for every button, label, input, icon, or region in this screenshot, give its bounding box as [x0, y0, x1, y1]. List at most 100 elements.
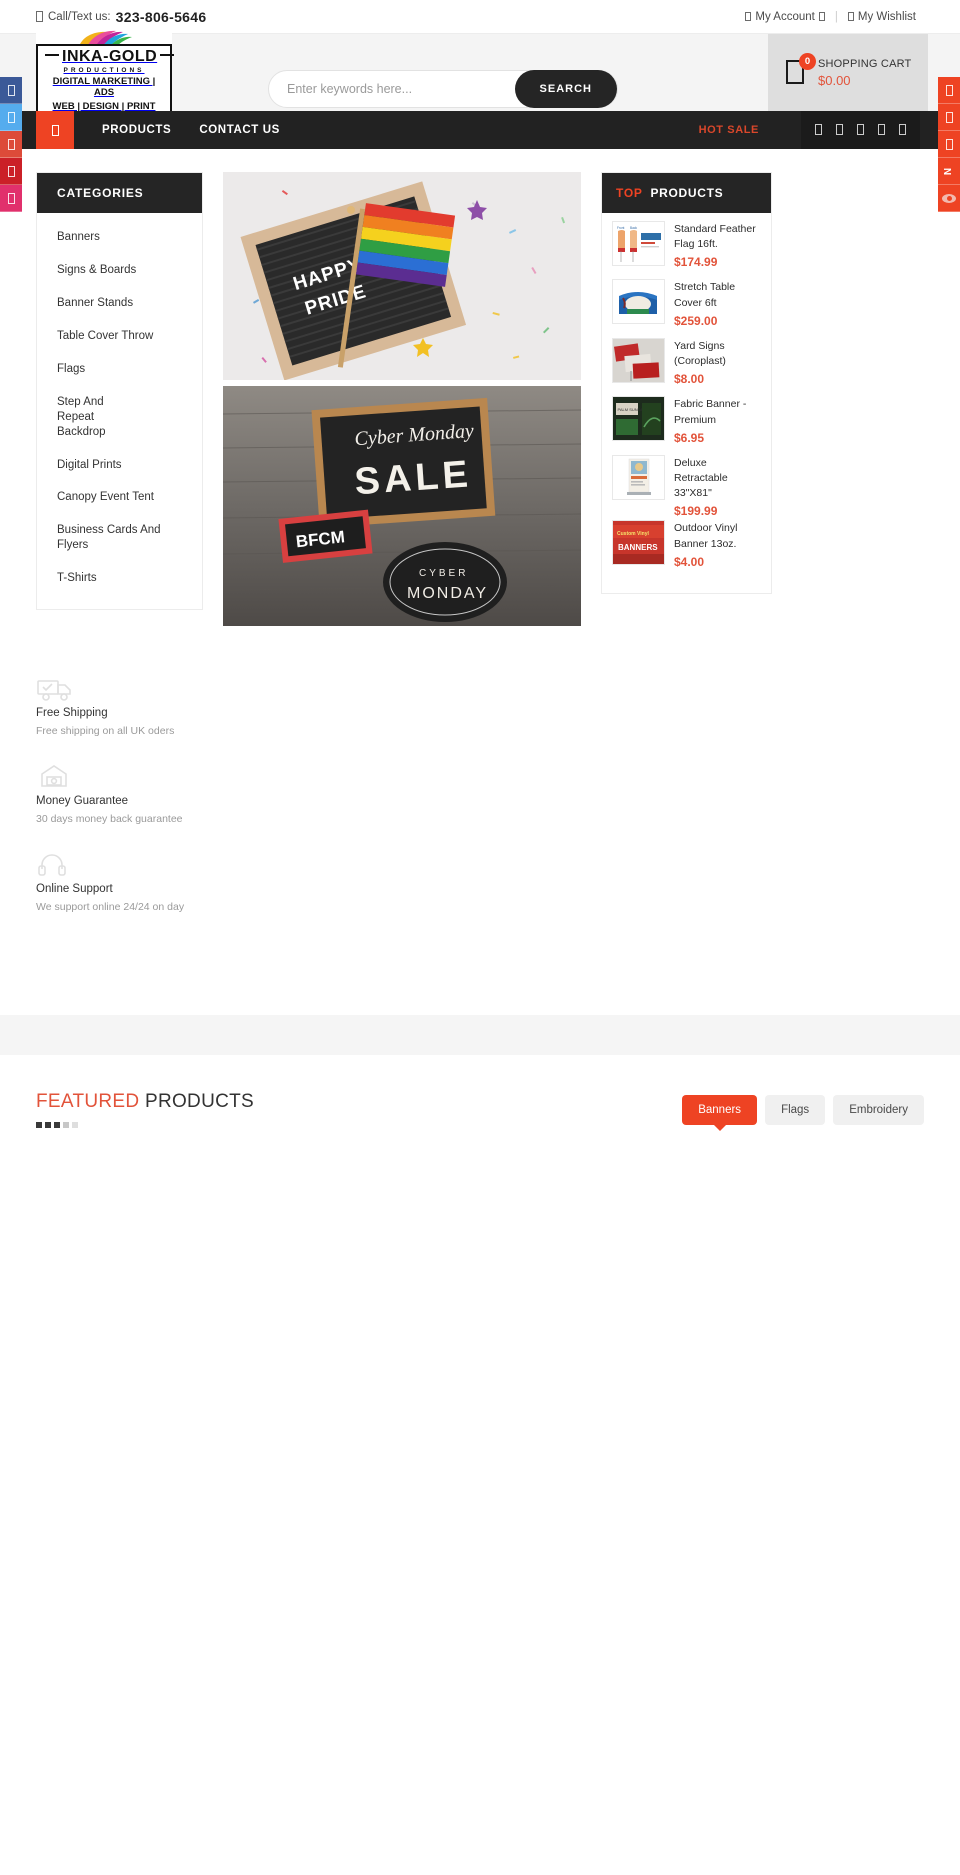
product-name[interactable]: Yard Signs (Coroplast) [674, 339, 761, 369]
hero-banner-pride[interactable]: HAPPY PRIDE [223, 172, 581, 380]
feather-flag-thumb: Front Back [612, 221, 665, 266]
svg-text:Back: Back [630, 226, 637, 230]
search-input[interactable] [269, 82, 515, 96]
service-title: Online Support [36, 883, 113, 895]
heart-icon [847, 12, 854, 21]
featured-title-dots [36, 1122, 254, 1128]
nav-home-button[interactable] [36, 111, 74, 149]
product-name[interactable]: Standard Feather Flag 16ft. [674, 222, 761, 252]
product-name[interactable]: Fabric Banner - Premium [674, 397, 761, 427]
hero-banners: HAPPY PRIDE Cyber Monday SALE BFCM CYBER… [223, 172, 581, 626]
categories-list: Banners Signs & Boards Banner Stands Tab… [37, 213, 202, 609]
tab-flags[interactable]: Flags [765, 1095, 826, 1125]
sidebar-item-digital-prints[interactable]: Digital Prints [37, 449, 202, 482]
preview-eye-icon[interactable] [938, 185, 960, 212]
site-header: INKA-GOLD PRODUCTIONS DIGITAL MARKETING … [0, 27, 960, 126]
sidebar-item-signs-boards[interactable]: Signs & Boards [37, 254, 202, 287]
twitter-icon[interactable] [836, 121, 843, 139]
compare-icon[interactable] [938, 131, 960, 158]
product-name[interactable]: Deluxe Retractable 33"X81" [674, 456, 761, 502]
product-price: $4.00 [674, 554, 705, 569]
service-desc: We support online 24/24 on day [36, 901, 185, 913]
nav-item-contact-us[interactable]: CONTACT US [199, 124, 280, 136]
sidebar-item-business-cards-and-flyers[interactable]: Business Cards And Flyers [37, 514, 202, 562]
phone-number[interactable]: 323-806-5646 [116, 9, 207, 25]
sidebar-item-banners[interactable]: Banners [37, 221, 202, 254]
product-price: $8.00 [674, 372, 705, 387]
instagram-icon[interactable] [899, 121, 906, 139]
nav-item-products[interactable]: PRODUCTS [102, 124, 171, 136]
phone-icon [36, 11, 43, 22]
top-links: My Account | My Wishlist [745, 11, 916, 23]
sidebar-item-banner-stands[interactable]: Banner Stands [37, 287, 202, 320]
section-divider [0, 1015, 960, 1055]
shopping-cart[interactable]: 0 SHOPPING CART $0.00 [768, 34, 928, 111]
tab-embroidery[interactable]: Embroidery [833, 1095, 924, 1125]
nav-items: PRODUCTS CONTACT US [102, 111, 280, 149]
page-title: FEATURED PRODUCTS [36, 1091, 254, 1113]
logo-name-right: GOLD [108, 47, 158, 65]
top-products-list: Front Back Standard Feather Flag 16ft. $… [602, 213, 771, 593]
page-root: Call/Text us: 323-806-5646 My Account | … [0, 0, 960, 1875]
my-wishlist-link[interactable]: My Wishlist [847, 11, 916, 23]
service-desc: 30 days money back guarantee [36, 813, 183, 825]
logo-wordmark: INKA-GOLD [42, 47, 175, 66]
share-icon[interactable] [938, 77, 960, 104]
social-rail-left [0, 77, 22, 212]
cart-total: $0.00 [818, 72, 851, 88]
money-icon [36, 764, 924, 790]
top-products-heading-rest: PRODUCTS [650, 186, 724, 200]
hot-sale-label[interactable]: HOT SALE [699, 111, 759, 149]
list-item[interactable]: Front Back Standard Feather Flag 16ft. $… [612, 221, 761, 269]
product-name[interactable]: Stretch Table Cover 6ft [674, 280, 761, 310]
twitter-icon[interactable] [0, 104, 22, 131]
cart-icon: 0 [786, 52, 816, 86]
instagram-icon[interactable] [0, 185, 22, 212]
facebook-icon[interactable] [0, 77, 22, 104]
call-label: Call/Text us: [48, 10, 111, 23]
service-title: Money Guarantee [36, 795, 129, 807]
sidebar-item-table-cover-throw[interactable]: Table Cover Throw [37, 320, 202, 353]
list-item[interactable]: Deluxe Retractable 33"X81" $199.99 [612, 454, 761, 519]
top-products-heading-highlight: TOP [616, 186, 643, 200]
yard-sign-thumb [612, 337, 665, 383]
sidebar-item-flags[interactable]: Flags [37, 353, 202, 386]
pinterest-icon[interactable] [0, 158, 22, 185]
sidebar-item-t-shirts[interactable]: T-Shirts [37, 562, 202, 595]
contact-info: Call/Text us: 323-806-5646 [36, 9, 206, 25]
list-item[interactable]: PALM SUNDAY Fabric Banner - Premium $6.9… [612, 396, 761, 445]
tab-banners[interactable]: Banners [682, 1095, 758, 1125]
hero-banner-cyber-monday[interactable]: Cyber Monday SALE BFCM CYBER MONDAY [223, 386, 581, 626]
product-price: $259.00 [674, 313, 718, 328]
list-item[interactable]: Custom Vinyl BANNERS Outdoor Vinyl Banne… [612, 520, 761, 569]
product-price: $199.99 [674, 504, 718, 519]
chevron-down-icon [818, 12, 825, 21]
product-name[interactable]: Outdoor Vinyl Banner 13oz. [674, 521, 761, 551]
logo-frame: INKA-GOLD PRODUCTIONS DIGITAL MARKETING … [36, 43, 175, 120]
google-plus-icon[interactable] [0, 131, 22, 158]
my-account-link[interactable]: My Account [745, 10, 825, 23]
top-products-panel: TOP PRODUCTS Front Back Standard Feather… [601, 172, 772, 594]
cart-item-count: 0 [799, 52, 816, 70]
cart-icon[interactable] [938, 104, 960, 131]
pinterest-icon[interactable] [878, 121, 885, 139]
featured-products-section: FEATURED PRODUCTS Banners Flags Embroide… [0, 1055, 960, 1128]
cart-label: SHOPPING CART [818, 57, 912, 70]
new-label-icon[interactable]: N [938, 158, 960, 185]
sidebar-item-canopy-event-tent[interactable]: Canopy Event Tent [37, 481, 202, 514]
facebook-icon[interactable] [815, 121, 822, 139]
product-price: $6.95 [674, 430, 705, 445]
my-account-label: My Account [755, 10, 815, 23]
list-item[interactable]: Yard Signs (Coroplast) $8.00 [612, 337, 761, 387]
logo-tagline-1: DIGITAL MARKETING | ADS [52, 75, 156, 99]
top-products-heading: TOP PRODUCTS [602, 173, 771, 213]
google-plus-icon[interactable] [857, 121, 864, 139]
logo-name-left: INKA [62, 47, 104, 65]
table-cover-thumb [612, 279, 665, 325]
search-bar: SEARCH [268, 70, 618, 108]
search-button[interactable]: SEARCH [514, 70, 617, 108]
sidebar-item-step-and-repeat-backdrop[interactable]: Step And Repeat Backdrop [37, 386, 147, 449]
featured-tabs: Banners Flags Embroidery [682, 1095, 924, 1125]
service-money-guarantee: Money Guarantee 30 days money back guara… [36, 764, 924, 825]
list-item[interactable]: Stretch Table Cover 6ft $259.00 [612, 279, 761, 328]
